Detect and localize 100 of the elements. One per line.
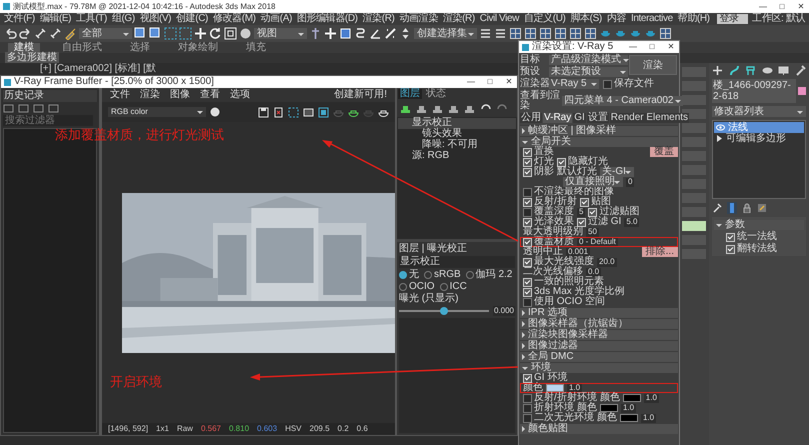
window-control[interactable]: — xyxy=(625,43,641,51)
rollout-header[interactable]: 图像过滤器 xyxy=(520,341,678,351)
number-field[interactable]: 1.0 xyxy=(621,404,636,412)
object-name-field[interactable]: 楼_1466-009297-2-618 xyxy=(712,79,796,103)
bend-icon[interactable] xyxy=(728,65,740,76)
layer-stack-icon[interactable] xyxy=(448,103,459,114)
menu-item[interactable]: 动画渲染 xyxy=(398,14,439,24)
rollout-header[interactable]: 颜色贴图 xyxy=(520,424,678,434)
radio-button[interactable]: OCIO xyxy=(399,282,435,292)
checkbox[interactable]: 光泽效果 xyxy=(523,217,574,227)
menu-item[interactable]: Civil View xyxy=(478,14,520,24)
override-button[interactable]: 排除... xyxy=(642,247,678,257)
layer-name-field[interactable]: 显示校正 xyxy=(399,256,515,268)
grid-icon[interactable] xyxy=(509,27,522,40)
number-field[interactable]: 20.0 xyxy=(597,258,617,266)
region-icon[interactable] xyxy=(288,106,299,118)
move-icon[interactable] xyxy=(194,27,207,40)
checkbox[interactable]: 保存文件 xyxy=(603,79,654,89)
radio-button[interactable]: sRGB xyxy=(424,270,461,280)
checkbox[interactable]: 反射/折射 xyxy=(523,197,577,207)
number-field[interactable]: 0.001 xyxy=(566,248,590,256)
window-control[interactable]: □ xyxy=(482,78,498,86)
override-button[interactable]: 覆盖 xyxy=(650,147,678,157)
checkbox[interactable]: 二次无光环境 xyxy=(523,413,594,423)
ribbon-tab[interactable]: 填充 xyxy=(240,42,272,52)
color-swatch[interactable] xyxy=(620,414,638,422)
grid-icon[interactable] xyxy=(659,27,672,40)
rollout-header[interactable]: 图像采样器（抗锯齿） xyxy=(520,319,678,329)
window-control[interactable]: ✕ xyxy=(501,78,517,86)
channel-dropdown[interactable]: RGB color xyxy=(108,107,206,117)
checkbox[interactable]: 反射/折射环境 xyxy=(523,393,597,403)
ribbon-tab[interactable]: 建模 xyxy=(8,42,40,52)
notice-link[interactable]: 创建新可用! xyxy=(334,90,387,100)
number-field[interactable]: 1.0 xyxy=(644,394,659,402)
ribbon-tab[interactable]: 对象绘制 xyxy=(172,42,224,52)
layer-item[interactable]: 显示校正 xyxy=(398,118,516,129)
bars-icon[interactable] xyxy=(479,27,492,40)
frame-icon[interactable] xyxy=(3,104,14,113)
angle-snap-icon[interactable] xyxy=(369,27,382,40)
grid-icon[interactable] xyxy=(303,106,314,118)
menu-item[interactable]: 渲染 xyxy=(140,90,160,100)
rollout-header[interactable]: 渲染块图像采样器 xyxy=(520,330,678,340)
redo-icon[interactable] xyxy=(19,27,32,40)
brush-icon[interactable] xyxy=(64,27,77,40)
region-icon[interactable] xyxy=(164,27,177,40)
menu-item[interactable]: 组(G) xyxy=(110,14,136,24)
checkbox[interactable]: 灯光 xyxy=(523,157,554,167)
rotate-icon[interactable] xyxy=(209,27,222,40)
menu-item[interactable]: 创建(C) xyxy=(175,14,209,24)
dropdown[interactable]: 全部 xyxy=(79,28,132,39)
document-icon[interactable] xyxy=(273,106,284,118)
checkbox[interactable]: 使用 OCIO 空间 xyxy=(523,297,606,307)
tab[interactable]: 设置 xyxy=(586,113,609,123)
link-icon[interactable] xyxy=(49,27,62,40)
number-field[interactable]: 5.0 xyxy=(624,218,640,226)
menu-item[interactable]: 图形编辑器(D) xyxy=(296,14,359,24)
layer-item[interactable]: 源: RGB xyxy=(398,151,516,162)
menu-item[interactable]: 文件 xyxy=(110,90,130,100)
checkbox[interactable]: 折射环境 xyxy=(523,403,574,413)
sphere-icon[interactable] xyxy=(239,27,252,40)
checkbox[interactable]: 翻转法线 xyxy=(726,244,804,254)
menu-item[interactable]: 渲染(R) xyxy=(442,14,476,24)
layer-item[interactable]: 镜头效果 xyxy=(398,129,516,140)
window-control[interactable]: □ xyxy=(774,2,790,10)
layer-stack-icon[interactable] xyxy=(416,103,427,114)
menu-item[interactable]: 文件(F) xyxy=(3,14,36,24)
dropdown[interactable]: V-Ray 5 xyxy=(549,79,599,89)
layer-stack-icon[interactable] xyxy=(464,103,475,114)
frame-icon[interactable] xyxy=(18,104,29,113)
checkbox[interactable]: 最大光线强度 xyxy=(523,257,594,267)
snap-icon[interactable] xyxy=(354,27,367,40)
render-button[interactable]: 渲染 xyxy=(629,55,677,75)
number-field[interactable]: 0.0 xyxy=(586,268,602,276)
rollout-header[interactable]: 参数 xyxy=(714,220,804,230)
dropdown[interactable]: 关-GI xyxy=(600,167,634,177)
radio-button[interactable]: 伽玛 2.2 xyxy=(466,270,512,280)
workspace-selector[interactable]: 工作区: 默认 xyxy=(751,14,806,24)
menu-item[interactable]: 修改器(M) xyxy=(212,14,257,24)
number-field[interactable]: 1.0 xyxy=(641,414,656,422)
number-field[interactable]: 0 xyxy=(626,178,634,186)
grid-icon[interactable] xyxy=(554,27,567,40)
edit-icon[interactable] xyxy=(757,203,767,213)
modifier-stack-item[interactable]: 可编辑多边形 xyxy=(714,133,804,144)
menu-item[interactable]: 选项 xyxy=(230,90,250,100)
tab[interactable]: 公用 xyxy=(520,113,542,123)
percent-icon[interactable] xyxy=(384,27,397,40)
number-field[interactable]: 1.0 xyxy=(567,384,582,392)
color-swatch[interactable] xyxy=(546,384,564,392)
checkbox[interactable]: 覆盖深度 xyxy=(523,207,574,217)
tab[interactable]: GI xyxy=(573,113,586,123)
radio-button[interactable]: 无 xyxy=(399,270,419,280)
undo-icon[interactable] xyxy=(4,27,17,40)
object-color-swatch[interactable] xyxy=(798,87,806,95)
menu-item[interactable]: Interactive xyxy=(630,14,674,24)
grid-icon[interactable] xyxy=(584,27,597,40)
layer-stack-icon[interactable] xyxy=(432,103,443,114)
checkbox[interactable]: 3ds Max 光度学比例 xyxy=(523,287,625,297)
select-icon[interactable] xyxy=(149,27,162,40)
panel-tab[interactable]: 状态 xyxy=(424,89,448,99)
grid-icon[interactable] xyxy=(524,27,537,40)
